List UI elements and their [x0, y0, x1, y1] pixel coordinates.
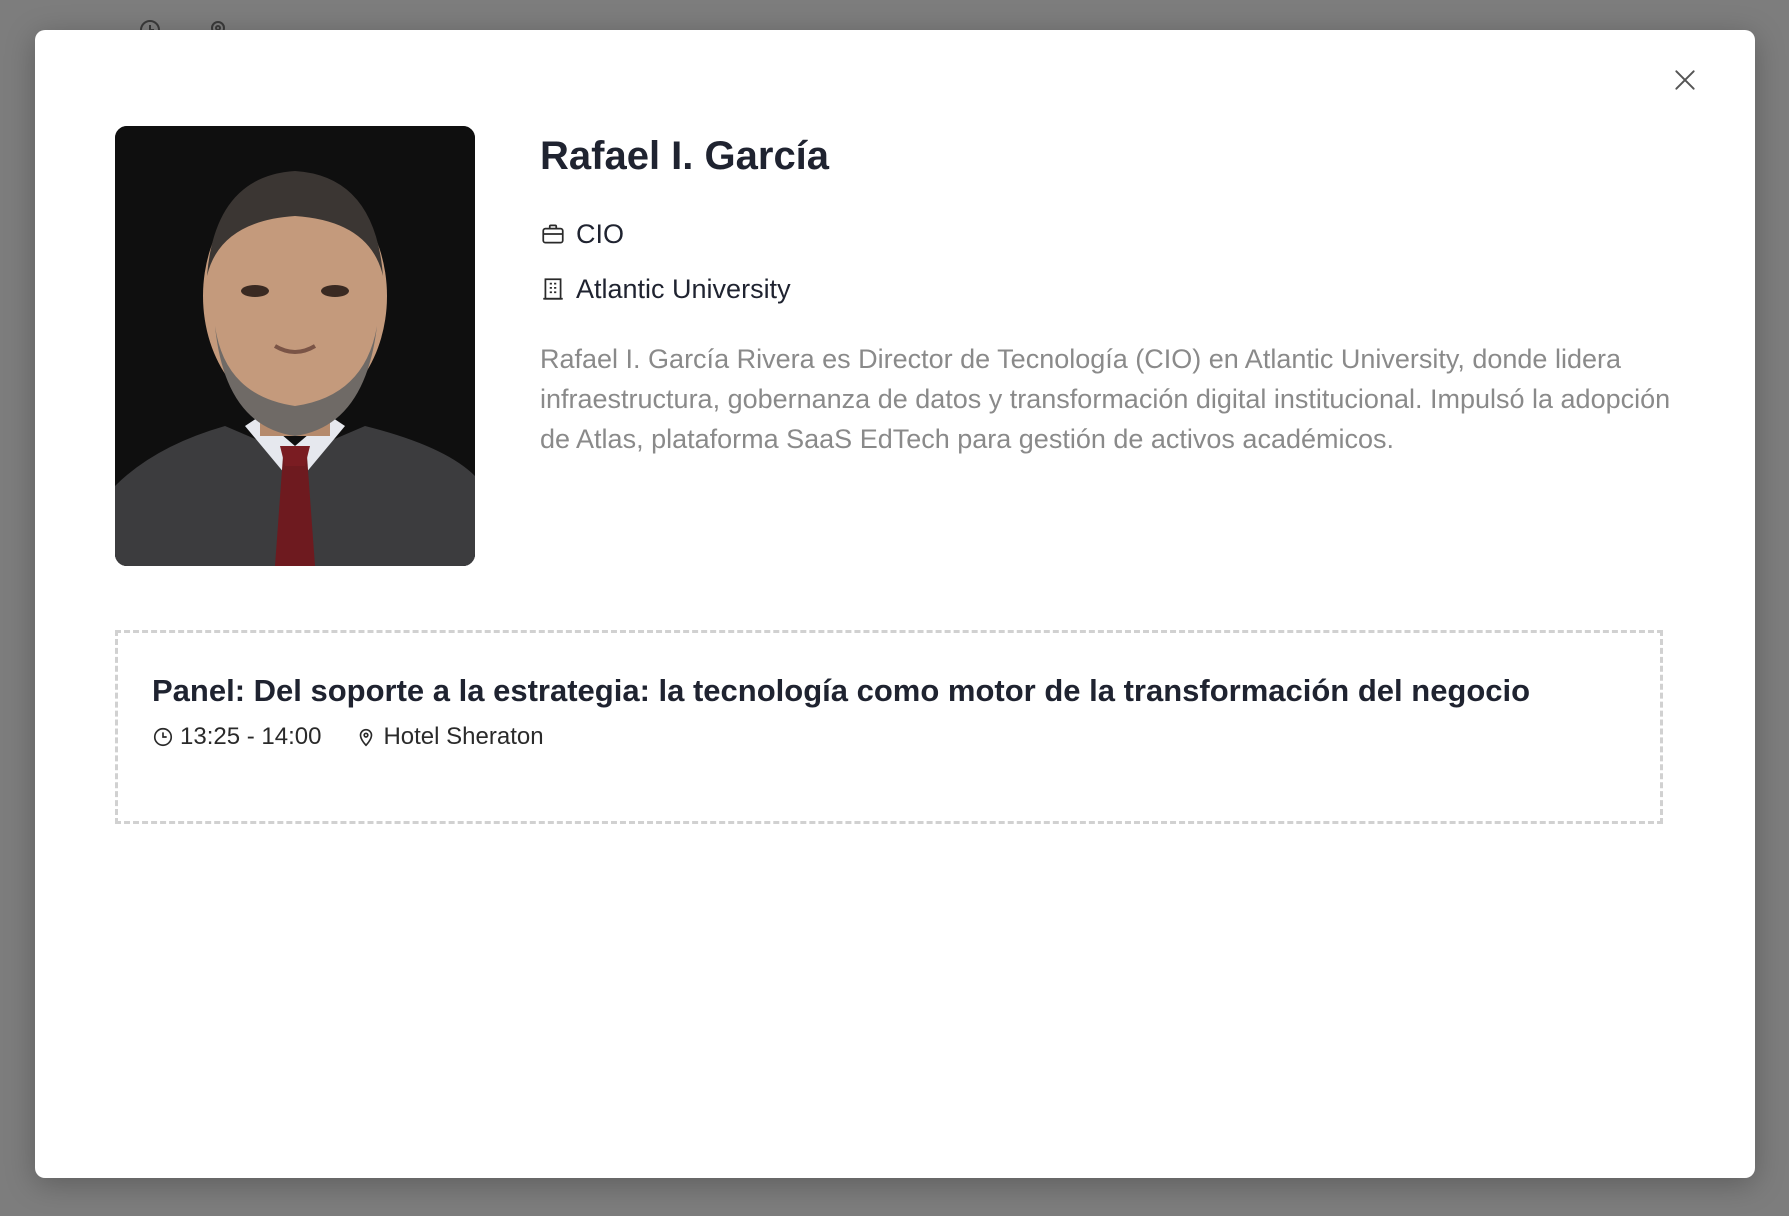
speaker-organization: Atlantic University [576, 273, 791, 304]
speaker-bio: Rafael I. García Rivera es Director de T… [540, 344, 1671, 454]
session-location: Hotel Sheraton [383, 723, 544, 750]
session-location-item: Hotel Sheraton [355, 723, 544, 751]
speaker-photo [115, 126, 475, 566]
speaker-job-row: CIO [540, 214, 1680, 254]
session-meta: 13:25 - 14:00 Hotel Sheraton [152, 723, 1626, 751]
building-icon [543, 278, 563, 300]
speaker-modal: Rafael I. García CIO Atlantic University… [35, 30, 1755, 1178]
briefcase-icon [542, 224, 564, 244]
speaker-info: Rafael I. García CIO Atlantic University… [540, 126, 1680, 459]
session-title: Panel: Del soporte a la estrategia: la t… [152, 673, 1531, 708]
session-card[interactable]: Panel: Del soporte a la estrategia: la t… [115, 630, 1663, 824]
close-button[interactable] [1665, 60, 1705, 100]
speaker-organization-row: Atlantic University [540, 269, 1680, 309]
speaker-name: Rafael I. García [540, 134, 830, 178]
speaker-portrait-image [115, 126, 475, 566]
close-icon [1675, 70, 1695, 90]
clock-icon [153, 727, 173, 747]
map-pin-icon [360, 728, 373, 747]
session-time: 13:25 - 14:00 [180, 723, 322, 750]
session-time-item: 13:25 - 14:00 [152, 723, 321, 751]
speaker-job-title: CIO [576, 218, 625, 249]
